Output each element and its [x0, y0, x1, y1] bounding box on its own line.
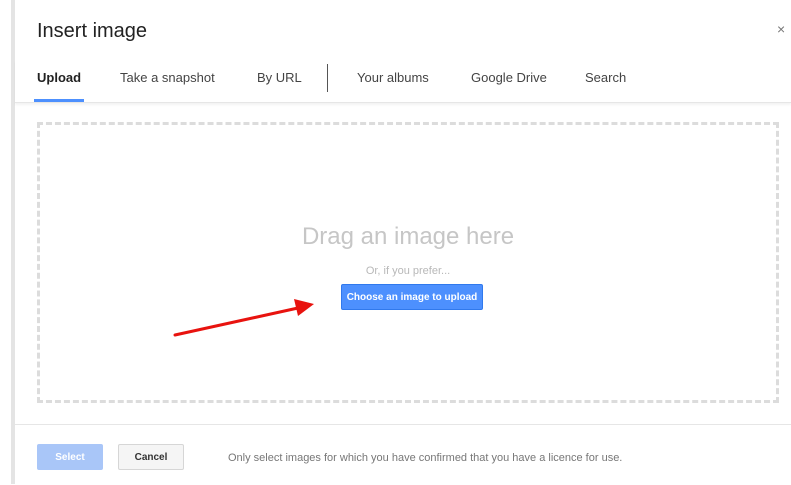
close-icon[interactable]: ×: [777, 22, 785, 36]
tab-bar: Upload Take a snapshot By URL Your album…: [15, 60, 791, 103]
dialog-footer: Select Cancel Only select images for whi…: [15, 424, 791, 485]
tab-divider: [327, 64, 328, 92]
tab-search[interactable]: Search: [585, 70, 626, 85]
tab-upload[interactable]: Upload: [37, 70, 81, 85]
dialog-title: Insert image: [37, 20, 148, 42]
tab-your-albums[interactable]: Your albums: [357, 70, 429, 85]
cancel-button[interactable]: Cancel: [118, 444, 184, 470]
tab-take-a-snapshot[interactable]: Take a snapshot: [120, 70, 215, 85]
drag-heading: Drag an image here: [301, 223, 515, 250]
prefer-subtext: Or, if you prefer...: [365, 265, 451, 277]
active-tab-indicator: [34, 99, 84, 102]
licence-note: Only select images for which you have co…: [228, 452, 623, 464]
choose-image-upload-button[interactable]: Choose an image to upload: [341, 284, 483, 310]
insert-image-dialog: Insert image × Upload Take a snapshot By…: [15, 0, 791, 484]
image-drop-zone[interactable]: Drag an image here Or, if you prefer... …: [37, 122, 779, 403]
tab-google-drive[interactable]: Google Drive: [471, 70, 547, 85]
tab-by-url[interactable]: By URL: [257, 70, 302, 85]
select-button[interactable]: Select: [37, 444, 103, 470]
